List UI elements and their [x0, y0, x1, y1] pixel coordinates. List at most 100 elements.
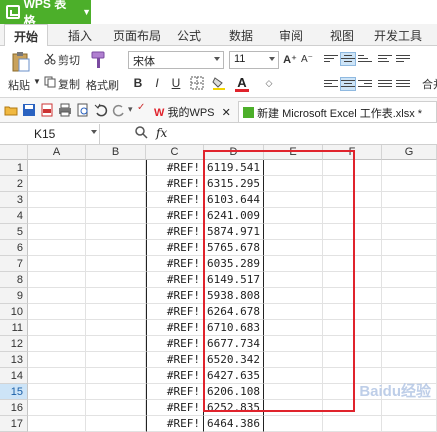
format-painter-icon[interactable] [90, 50, 108, 70]
column-header-b[interactable]: B [86, 145, 146, 160]
distributed-icon[interactable] [396, 78, 410, 90]
tab-view[interactable]: 视图 [330, 27, 354, 44]
merge-button[interactable]: 合并 [422, 76, 437, 92]
row-header[interactable]: 17 [0, 416, 28, 432]
row-header[interactable]: 10 [0, 304, 28, 320]
redo-icon[interactable] [112, 103, 126, 117]
align-middle-icon[interactable] [340, 52, 356, 66]
row-header[interactable]: 2 [0, 176, 28, 192]
cell[interactable] [28, 304, 86, 320]
cell[interactable] [382, 352, 437, 368]
justify-icon[interactable] [378, 78, 392, 90]
cell[interactable] [382, 224, 437, 240]
cell-c[interactable]: #REF! [146, 224, 204, 240]
close-icon[interactable]: ✕ [222, 107, 231, 119]
save-icon[interactable] [22, 103, 36, 117]
cell[interactable] [382, 320, 437, 336]
row-header[interactable]: 14 [0, 368, 28, 384]
cell[interactable] [86, 240, 146, 256]
select-all-corner[interactable] [0, 145, 28, 160]
cell[interactable] [382, 256, 437, 272]
cell[interactable] [28, 400, 86, 416]
cell-c[interactable]: #REF! [146, 352, 204, 368]
cell[interactable] [264, 416, 323, 432]
doc-tab-my-wps[interactable]: W 我的WPS ✕ [150, 101, 236, 122]
cell-c[interactable]: #REF! [146, 192, 204, 208]
cell[interactable] [86, 192, 146, 208]
cell[interactable] [382, 288, 437, 304]
chevron-down-icon[interactable] [91, 130, 97, 134]
cell[interactable] [382, 304, 437, 320]
cell-c[interactable]: #REF! [146, 288, 204, 304]
cell-d[interactable]: 6464.386 [204, 416, 264, 432]
format-painter-button[interactable]: 格式刷 [86, 77, 119, 93]
cell-c[interactable]: #REF! [146, 208, 204, 224]
formula-input[interactable] [176, 124, 437, 144]
row-header[interactable]: 1 [0, 160, 28, 176]
column-header-c[interactable]: C [146, 145, 204, 160]
row-header[interactable]: 8 [0, 272, 28, 288]
row-header[interactable]: 5 [0, 224, 28, 240]
cell[interactable] [382, 176, 437, 192]
tab-developer[interactable]: 开发工具 [374, 27, 422, 44]
cell-c[interactable]: #REF! [146, 400, 204, 416]
orientation-icon[interactable] [396, 53, 410, 65]
font-size-select[interactable]: 11 [229, 51, 279, 69]
cell[interactable] [28, 320, 86, 336]
cell[interactable] [86, 176, 146, 192]
paste-label[interactable]: 粘贴 [8, 77, 30, 93]
cell[interactable] [86, 400, 146, 416]
cell[interactable] [86, 224, 146, 240]
customize-dropdown[interactable]: ▾ [128, 104, 133, 115]
cell[interactable] [382, 240, 437, 256]
row-header[interactable]: 11 [0, 320, 28, 336]
cell[interactable] [382, 336, 437, 352]
cell[interactable] [86, 352, 146, 368]
cell[interactable] [28, 288, 86, 304]
decrease-font-icon[interactable]: A⁻ [300, 52, 314, 66]
row-header[interactable]: 12 [0, 336, 28, 352]
fill-color-icon[interactable] [212, 76, 226, 90]
font-color-icon[interactable]: A [235, 74, 249, 90]
increase-font-icon[interactable]: A⁺ [283, 52, 297, 66]
row-header[interactable]: 7 [0, 256, 28, 272]
cut-button[interactable]: 剪切 [58, 52, 80, 68]
row-header[interactable]: 9 [0, 288, 28, 304]
cell[interactable] [86, 384, 146, 400]
cell[interactable] [28, 240, 86, 256]
cell[interactable] [28, 368, 86, 384]
cell[interactable] [28, 336, 86, 352]
wrap-text-icon[interactable] [378, 53, 392, 65]
align-center-icon[interactable] [340, 77, 356, 91]
tab-home[interactable]: 开始 [4, 24, 49, 47]
cell[interactable] [382, 272, 437, 288]
cell-c[interactable]: #REF! [146, 256, 204, 272]
cell[interactable] [28, 352, 86, 368]
row-header[interactable]: 4 [0, 208, 28, 224]
open-folder-icon[interactable] [4, 103, 18, 117]
cell[interactable] [86, 256, 146, 272]
tab-page-layout[interactable]: 页面布局 [113, 27, 161, 44]
cell[interactable] [382, 208, 437, 224]
cell[interactable] [382, 192, 437, 208]
tab-data[interactable]: 数据 [229, 27, 253, 44]
cell[interactable] [382, 400, 437, 416]
undo-icon[interactable] [94, 103, 108, 117]
cell-c[interactable]: #REF! [146, 240, 204, 256]
tab-formula[interactable]: 公式 [177, 27, 201, 44]
export-pdf-icon[interactable] [40, 103, 54, 117]
cell-c[interactable]: #REF! [146, 176, 204, 192]
zoom-icon[interactable] [134, 125, 148, 139]
cell-c[interactable]: #REF! [146, 336, 204, 352]
clear-format-icon[interactable]: ◇ [262, 76, 276, 90]
name-box[interactable]: K15 [0, 124, 100, 144]
border-icon[interactable] [190, 76, 204, 90]
cell[interactable] [28, 272, 86, 288]
bold-button[interactable]: B [131, 75, 145, 91]
copy-icon[interactable] [44, 76, 56, 88]
cell[interactable] [28, 176, 86, 192]
cell[interactable] [323, 416, 382, 432]
cell[interactable] [86, 320, 146, 336]
cell[interactable] [28, 160, 86, 176]
cell[interactable] [28, 256, 86, 272]
